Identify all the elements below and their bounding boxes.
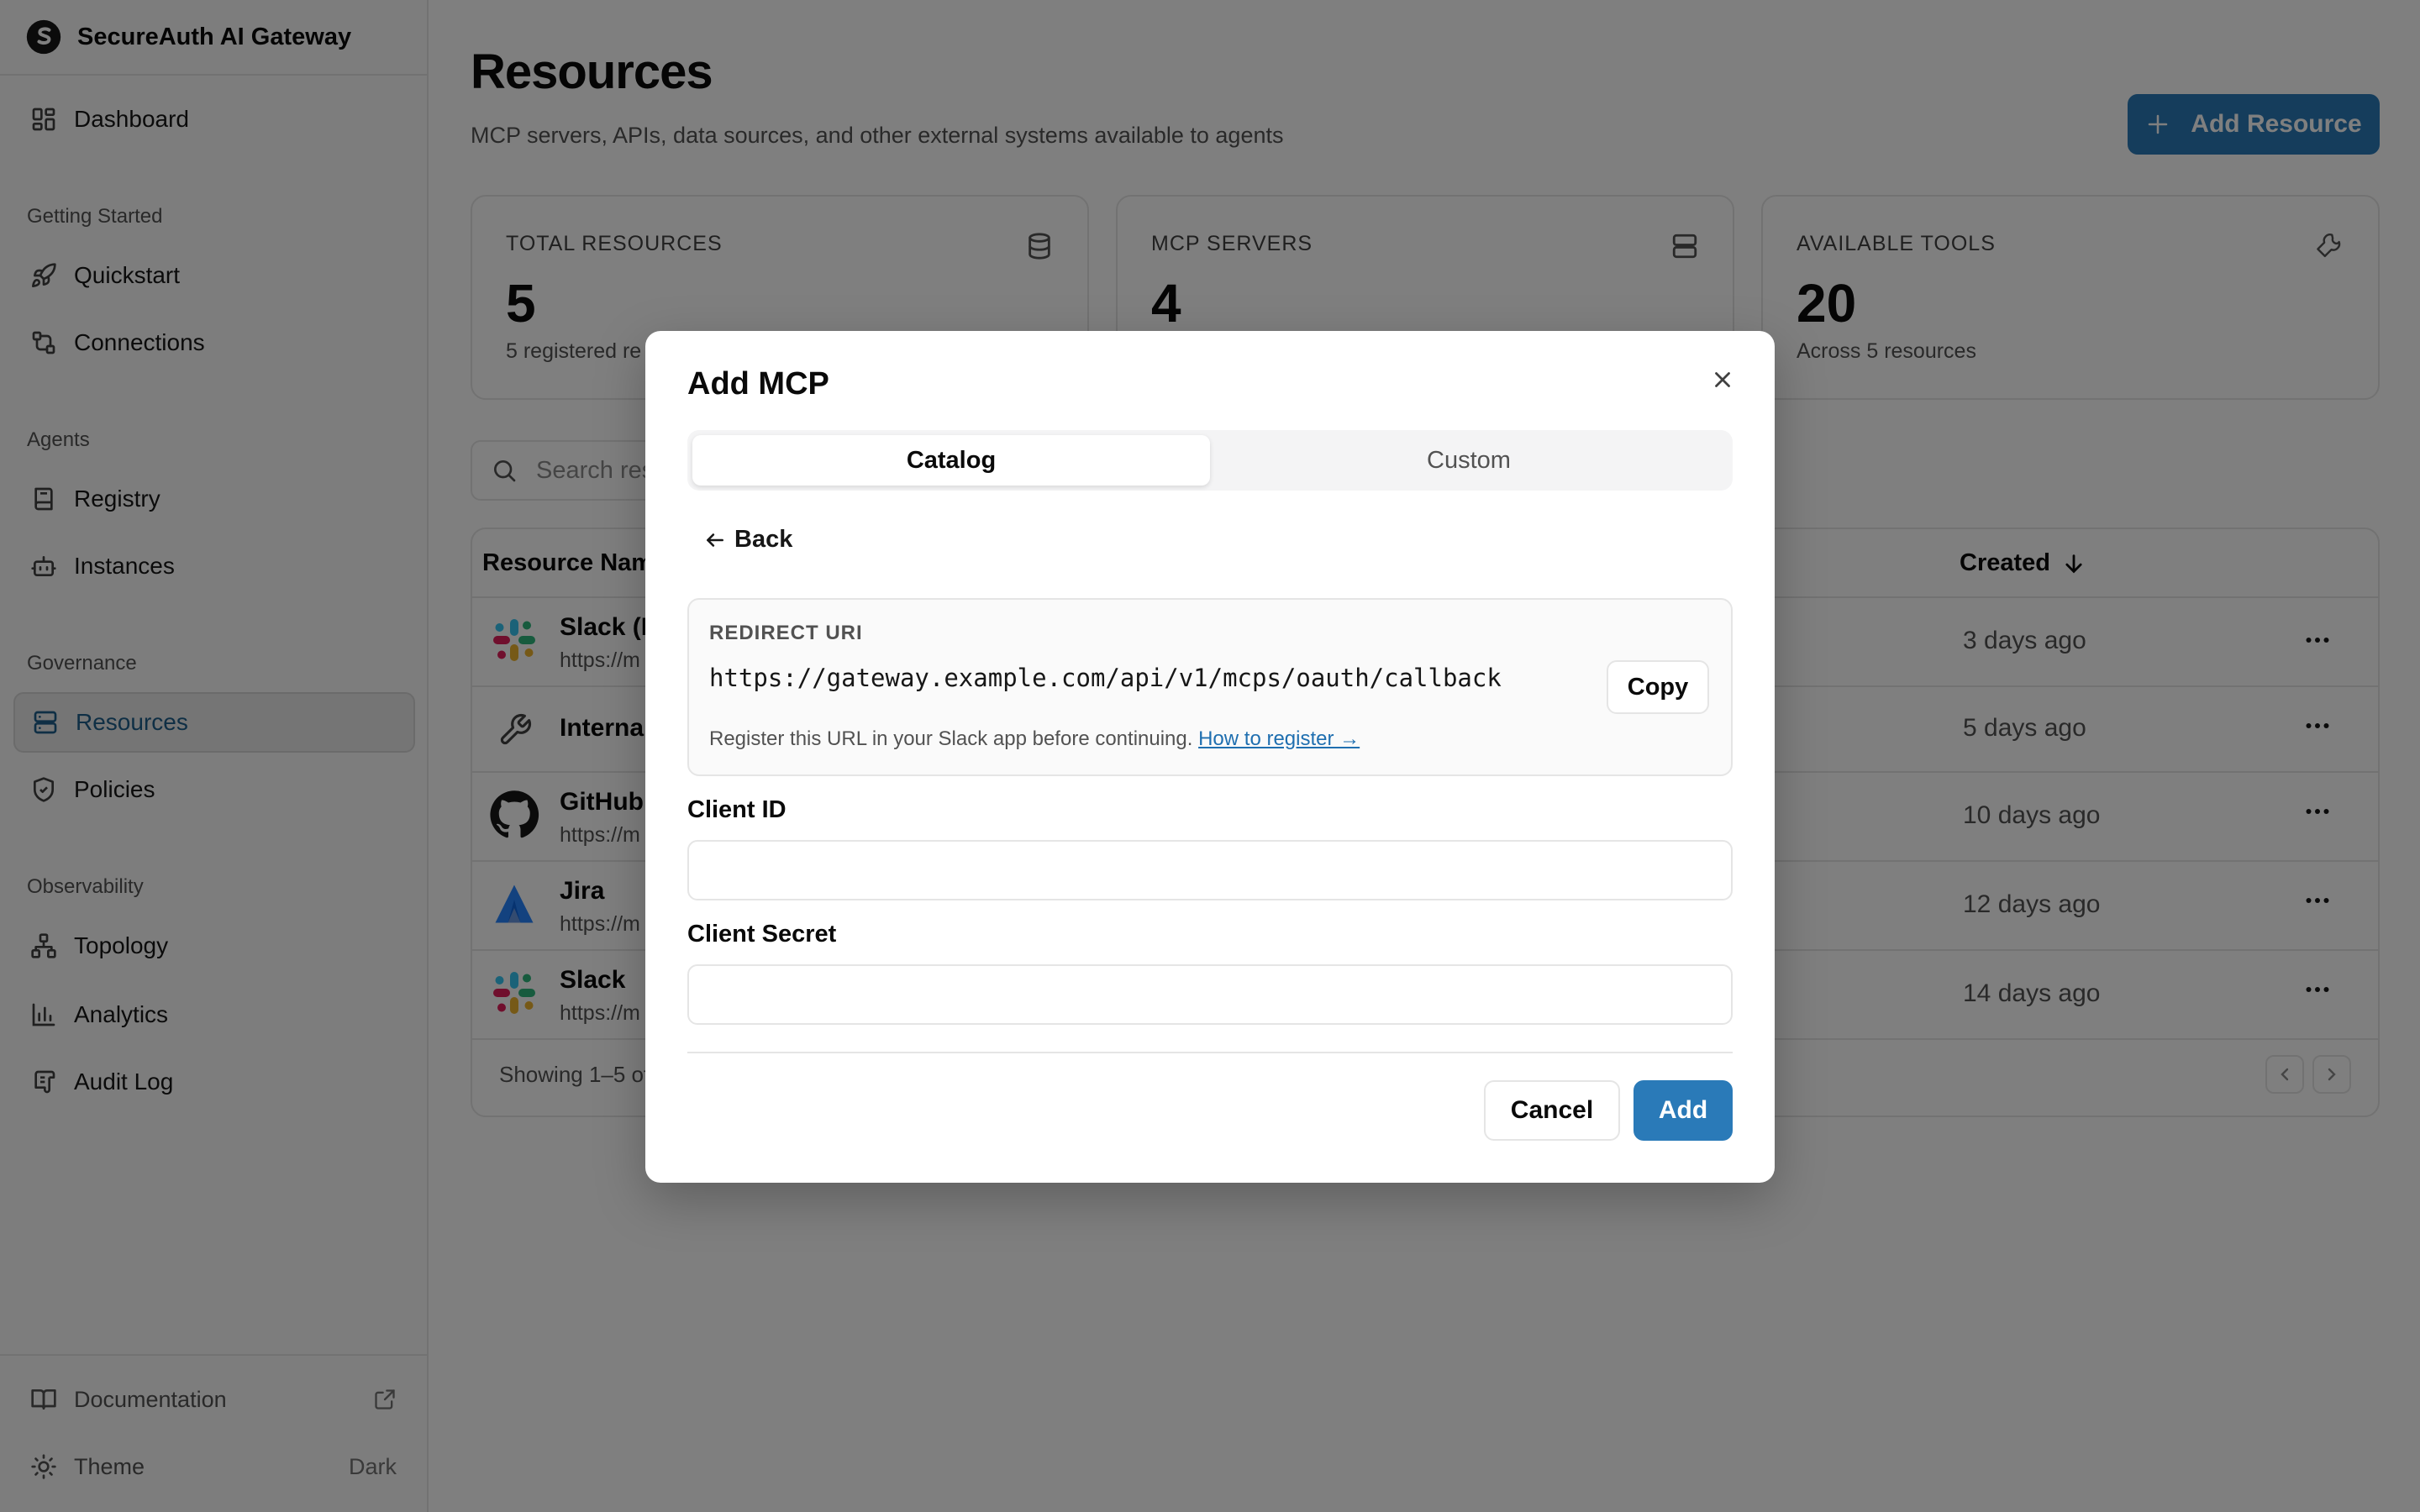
redirect-uri-note: Register this URL in your Slack app befo… [709,727,1360,750]
arrow-left-icon [704,529,726,551]
back-label: Back [734,526,793,553]
close-icon [1710,367,1735,392]
cancel-button[interactable]: Cancel [1484,1080,1620,1141]
client-id-label: Client ID [687,796,786,823]
redirect-uri-value: https://gateway.example.com/api/v1/mcps/… [709,664,1502,692]
tab-custom[interactable]: Custom [1210,435,1728,486]
client-secret-label: Client Secret [687,921,837,948]
back-button[interactable]: Back [704,526,792,554]
redirect-uri-label: REDIRECT URI [709,622,863,644]
copy-button[interactable]: Copy [1607,660,1709,714]
add-button[interactable]: Add [1634,1080,1733,1141]
client-id-input[interactable] [687,840,1733,900]
close-button[interactable] [1702,360,1743,400]
add-mcp-dialog: Add MCP Catalog Custom Back REDIRECT URI… [645,331,1775,1183]
redirect-uri-panel: REDIRECT URI https://gateway.example.com… [687,598,1733,776]
how-to-register-link[interactable]: How to register → [1198,727,1360,750]
divider [687,1052,1733,1053]
tab-list: Catalog Custom [687,430,1733,491]
tab-catalog[interactable]: Catalog [692,435,1210,486]
dialog-title: Add MCP [687,366,829,402]
client-secret-input[interactable] [687,964,1733,1025]
